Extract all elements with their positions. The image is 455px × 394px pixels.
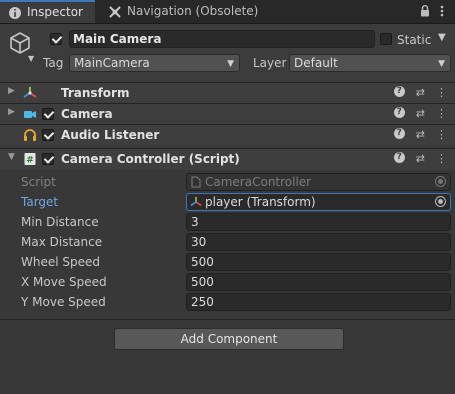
component-menu-icon[interactable]: ⋮ (436, 86, 447, 99)
component-menu-icon[interactable]: ⋮ (436, 128, 447, 141)
component-title: Transform (61, 86, 130, 100)
audio-listener-enabled-checkbox[interactable] (42, 129, 54, 141)
foldout-arrow-icon[interactable]: ▶ (8, 107, 15, 117)
chevron-down-icon: ▼ (438, 59, 445, 69)
chevron-down-icon: ▼ (227, 59, 234, 69)
component-camera[interactable]: ▶ Camera ? ⇄ ⋮ (0, 103, 455, 124)
component-tools: ? ⇄ ⋮ (393, 86, 447, 99)
svg-text:#: # (26, 156, 34, 166)
camera-controller-enabled-checkbox[interactable] (42, 153, 54, 165)
tag-dropdown[interactable]: MainCamera ▼ (69, 54, 240, 72)
component-camera-controller[interactable]: ▼ # Camera Controller (Script) ? ⇄ ⋮ (0, 148, 455, 170)
component-tools: ? ⇄ ⋮ (393, 107, 447, 120)
headphones-icon (24, 129, 36, 141)
prop-label-wheel-speed: Wheel Speed (21, 255, 101, 269)
icon-dropdown-arrow-icon[interactable]: ▼ (28, 54, 34, 63)
y-move-speed-field[interactable]: 250 (186, 293, 451, 311)
tab-label: Navigation (Obsolete) (127, 4, 259, 18)
divider (0, 319, 455, 320)
tag-label: Tag (43, 56, 64, 70)
prop-label-max-distance: Max Distance (21, 235, 103, 249)
gameobject-cube-icon[interactable] (8, 31, 32, 55)
camera-enabled-checkbox[interactable] (42, 108, 54, 120)
foldout-arrow-icon[interactable]: ▼ (8, 152, 15, 162)
component-transform[interactable]: ▶ Transform ? ⇄ ⋮ (0, 82, 455, 103)
prop-label-script: Script (21, 175, 56, 189)
component-menu-icon[interactable]: ⋮ (436, 152, 447, 165)
max-distance-field[interactable]: 30 (186, 233, 451, 251)
prop-label-target: Target (21, 195, 59, 209)
presets-icon[interactable]: ⇄ (416, 152, 425, 165)
component-audio-listener[interactable]: Audio Listener ? ⇄ ⋮ (0, 124, 455, 145)
presets-icon[interactable]: ⇄ (416, 86, 425, 99)
script-icon: # (24, 153, 36, 166)
prop-label-x-move-speed: X Move Speed (21, 275, 107, 289)
script-file-icon (191, 176, 201, 188)
tab-inspector[interactable]: Inspector (0, 0, 95, 23)
target-value: player (Transform) (205, 195, 316, 209)
object-picker-icon[interactable] (435, 196, 446, 207)
tab-navigation[interactable]: Navigation (Obsolete) (100, 0, 258, 23)
help-icon[interactable]: ? (393, 152, 405, 163)
component-title: Audio Listener (61, 128, 160, 142)
presets-icon[interactable]: ⇄ (416, 128, 425, 141)
presets-icon[interactable]: ⇄ (416, 107, 425, 120)
layer-value: Default (294, 56, 338, 70)
gameobject-name-field[interactable]: Main Camera (69, 30, 375, 48)
target-object-field[interactable]: player (Transform) (186, 193, 451, 211)
inspector-window: Inspector Navigation (Obsolete) ▼ Main C… (0, 0, 455, 394)
script-object-field: CameraController (186, 173, 451, 191)
script-value: CameraController (205, 175, 312, 189)
min-distance-field[interactable]: 3 (186, 213, 451, 231)
static-dropdown-arrow-icon[interactable]: ▼ (438, 32, 446, 43)
layer-dropdown[interactable]: Default ▼ (289, 54, 451, 72)
menu-dots-icon[interactable] (440, 5, 444, 17)
navigation-icon (109, 5, 121, 18)
static-label: Static (397, 33, 432, 47)
tag-value: MainCamera (74, 56, 150, 70)
help-icon[interactable]: ? (393, 86, 405, 97)
gameobject-header: ▼ Main Camera Static ▼ Tag MainCamera ▼ … (0, 24, 455, 83)
prop-label-min-distance: Min Distance (21, 215, 99, 229)
component-menu-icon[interactable]: ⋮ (436, 107, 447, 120)
component-title: Camera Controller (Script) (61, 152, 240, 166)
static-checkbox[interactable] (380, 33, 392, 45)
layer-label: Layer (253, 56, 287, 70)
tab-bar: Inspector Navigation (Obsolete) (0, 0, 455, 24)
gameobject-active-checkbox[interactable] (50, 33, 62, 45)
component-title: Camera (61, 107, 113, 121)
transform-icon (190, 196, 202, 207)
component-tools: ? ⇄ ⋮ (393, 128, 447, 141)
object-picker-icon (435, 176, 446, 187)
wheel-speed-field[interactable]: 500 (186, 253, 451, 271)
transform-icon (23, 87, 37, 98)
camera-icon (24, 111, 36, 118)
help-icon[interactable]: ? (393, 128, 405, 139)
prop-label-y-move-speed: Y Move Speed (21, 295, 106, 309)
info-icon (9, 6, 21, 19)
tab-label: Inspector (27, 5, 83, 19)
foldout-arrow-icon[interactable]: ▶ (8, 86, 15, 96)
help-icon[interactable]: ? (393, 107, 405, 118)
lock-icon[interactable] (420, 5, 430, 17)
add-component-button[interactable]: Add Component (114, 328, 344, 350)
x-move-speed-field[interactable]: 500 (186, 273, 451, 291)
component-tools: ? ⇄ ⋮ (393, 152, 447, 165)
